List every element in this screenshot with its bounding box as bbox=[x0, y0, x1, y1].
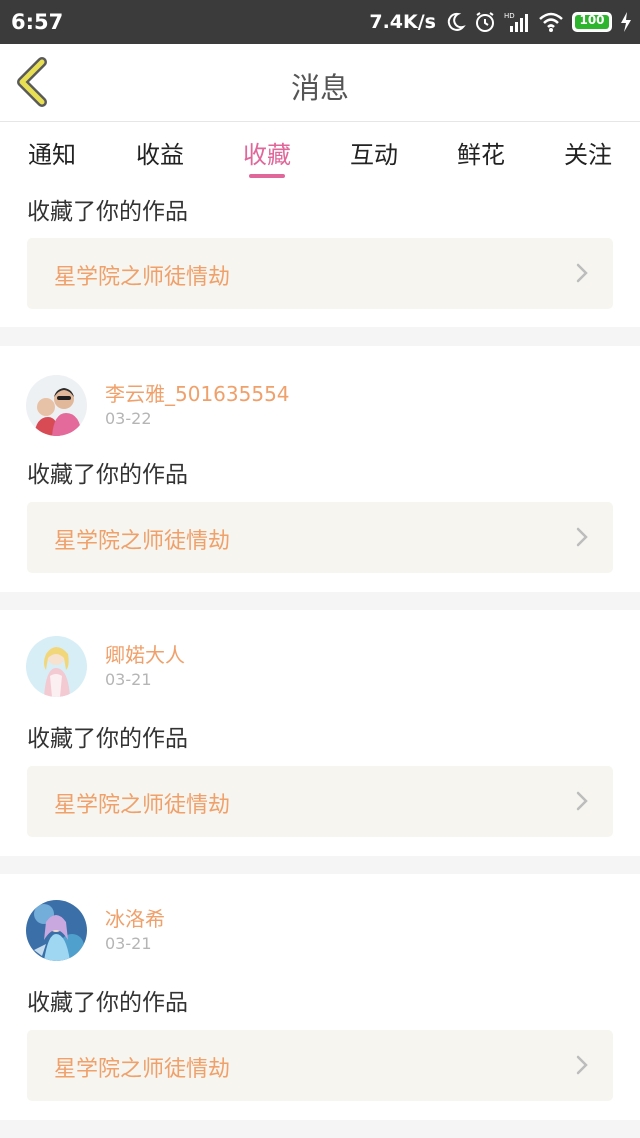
work-title: 星学院之师徒情劫 bbox=[54, 793, 231, 818]
svg-text:HD: HD bbox=[504, 12, 515, 20]
chevron-right-icon bbox=[576, 263, 588, 283]
tab-bar: 通知 收益 收藏 互动 鲜花 关注 bbox=[0, 123, 640, 185]
avatar[interactable] bbox=[26, 900, 87, 961]
message-feed[interactable]: 收藏了你的作品 星学院之师徒情劫 李云雅_501635554 03-22 收藏了… bbox=[0, 185, 640, 1138]
username[interactable]: 卿婼大人 bbox=[105, 639, 185, 668]
username[interactable]: 冰洛希 bbox=[105, 903, 165, 932]
date: 03-21 bbox=[105, 934, 152, 953]
wifi-icon bbox=[539, 12, 563, 32]
action-text: 收藏了你的作品 bbox=[27, 726, 188, 752]
work-link[interactable]: 星学院之师徒情劫 bbox=[27, 238, 613, 309]
work-title: 星学院之师徒情劫 bbox=[54, 1057, 231, 1082]
list-item: 收藏了你的作品 星学院之师徒情劫 bbox=[0, 185, 640, 327]
chevron-right-icon bbox=[576, 1055, 588, 1075]
tab-follows[interactable]: 关注 bbox=[548, 135, 628, 170]
list-item: 李云雅_501635554 03-22 收藏了你的作品 星学院之师徒情劫 bbox=[0, 346, 640, 592]
active-tab-indicator bbox=[249, 174, 285, 178]
action-text: 收藏了你的作品 bbox=[27, 990, 188, 1016]
avatar-photo bbox=[26, 375, 87, 436]
tab-flowers[interactable]: 鲜花 bbox=[441, 135, 521, 170]
battery-icon: 100 bbox=[572, 12, 612, 32]
tab-notifications[interactable]: 通知 bbox=[12, 135, 92, 170]
avatar[interactable] bbox=[26, 375, 87, 436]
tab-favorites[interactable]: 收藏 bbox=[227, 135, 307, 170]
charging-icon bbox=[621, 12, 631, 32]
list-item: 冰洛希 03-21 收藏了你的作品 星学院之师徒情劫 bbox=[0, 874, 640, 1120]
chevron-right-icon bbox=[576, 791, 588, 811]
status-bar: 6:57 7.4K/s HD 100 bbox=[0, 0, 640, 44]
chevron-right-icon bbox=[576, 527, 588, 547]
app-header: 消息 bbox=[0, 44, 640, 122]
work-link[interactable]: 星学院之师徒情劫 bbox=[27, 766, 613, 837]
tab-interactions[interactable]: 互动 bbox=[334, 135, 414, 170]
work-link[interactable]: 星学院之师徒情劫 bbox=[27, 502, 613, 573]
action-text: 收藏了你的作品 bbox=[27, 462, 188, 488]
avatar-illustration bbox=[26, 900, 87, 961]
hd-signal-icon: HD bbox=[504, 12, 528, 32]
tab-earnings[interactable]: 收益 bbox=[120, 135, 200, 170]
status-icons: 7.4K/s HD 100 bbox=[369, 9, 632, 35]
username[interactable]: 李云雅_501635554 bbox=[105, 378, 290, 407]
list-item: 卿婼大人 03-21 收藏了你的作品 星学院之师徒情劫 bbox=[0, 610, 640, 856]
date: 03-21 bbox=[105, 670, 152, 689]
page-title: 消息 bbox=[290, 71, 349, 105]
status-time: 6:57 bbox=[11, 10, 64, 34]
date: 03-22 bbox=[105, 409, 152, 428]
alarm-icon bbox=[476, 12, 494, 32]
action-text: 收藏了你的作品 bbox=[27, 199, 188, 225]
moon-icon bbox=[447, 12, 466, 31]
avatar[interactable] bbox=[26, 636, 87, 697]
battery-level: 100 bbox=[579, 13, 605, 27]
work-link[interactable]: 星学院之师徒情劫 bbox=[27, 1030, 613, 1101]
network-speed: 7.4K/s bbox=[369, 11, 436, 33]
avatar-illustration bbox=[26, 636, 87, 697]
work-title: 星学院之师徒情劫 bbox=[54, 265, 231, 290]
work-title: 星学院之师徒情劫 bbox=[54, 529, 231, 554]
